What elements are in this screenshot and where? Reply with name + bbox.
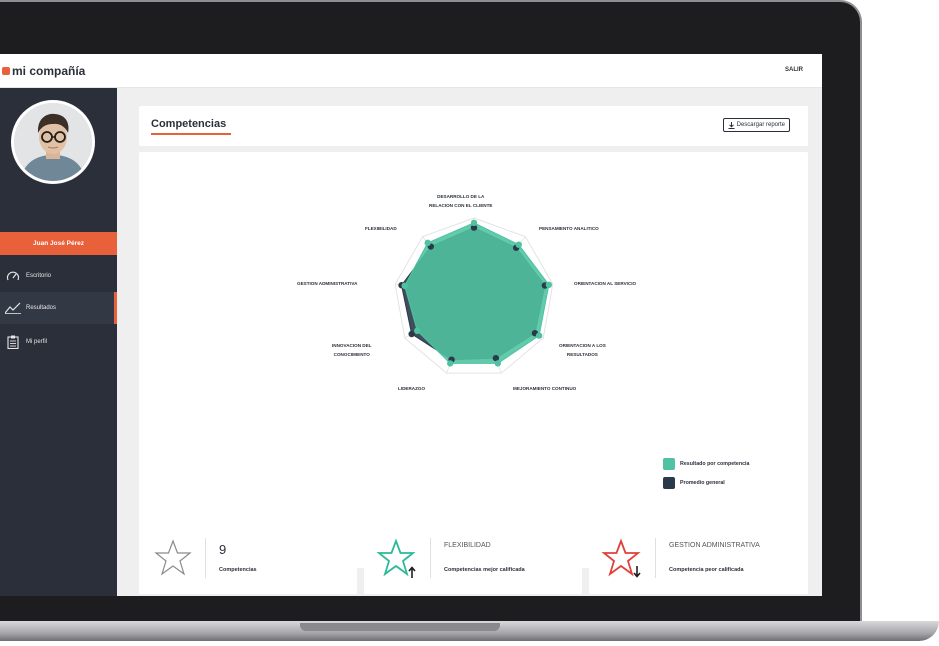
screen: mi compañía SALIR Juan José Pérez Escrit…: [0, 54, 822, 596]
logo-mark-icon: [2, 67, 10, 75]
stat-card-worst: GESTION ADMINISTRATIVA Competencia peor …: [589, 522, 808, 594]
radar-category-label: LIDERAZGO: [398, 386, 426, 391]
title-underline: [151, 133, 231, 135]
radar-category-label: GESTION ADMINISTRATIVA: [297, 281, 358, 286]
legend-swatch: [663, 476, 675, 489]
stat-skill: GESTION ADMINISTRATIVA: [669, 542, 760, 549]
legend-label: Resultado por competencia: [680, 460, 750, 467]
star-up-icon: [376, 538, 416, 578]
radar-point-result: [545, 281, 553, 289]
download-report-button[interactable]: Descargar reporte: [722, 118, 790, 132]
download-report-label: Descargar reporte: [736, 122, 785, 128]
legend-item-average[interactable]: Promedio general: [663, 473, 749, 492]
stat-divider: [205, 538, 206, 578]
sidebar-item-label: Mi perfil: [26, 339, 48, 345]
speedometer-icon: [0, 270, 26, 282]
stat-value: 9: [219, 542, 227, 557]
radar-category-label: ORIENTACION AL SERVICIO: [574, 281, 637, 286]
chart-legend: Resultado por competencia Promedio gener…: [663, 454, 749, 492]
stat-divider: [655, 538, 656, 578]
logout-link[interactable]: SALIR: [785, 67, 803, 73]
sidebar-item-escritorio[interactable]: Escritorio: [0, 260, 117, 292]
page-header: Competencias Descargar reporte: [139, 106, 808, 146]
radar-point-average: [408, 330, 415, 338]
radar-point-result: [470, 219, 478, 226]
sidebar-item-mi-perfil[interactable]: Mi perfil: [0, 326, 117, 358]
stat-skill: FLEXIBILIDAD: [444, 542, 491, 549]
radar-point-result: [401, 282, 408, 289]
legend-label: Promedio general: [680, 479, 725, 486]
app-logo[interactable]: mi compañía: [2, 64, 85, 78]
star-down-icon: [601, 538, 641, 578]
user-name: Juan José Pérez: [0, 232, 117, 255]
radar-point-result: [515, 241, 522, 248]
logo-text: mi compañía: [12, 64, 86, 78]
legend-swatch: [663, 457, 675, 470]
legend-item-result[interactable]: Resultado por competencia: [663, 454, 749, 473]
laptop-base-notch: [300, 623, 500, 631]
radar-category-label: MEJORAMIENTO CONTINUO: [513, 386, 577, 391]
radar-category-label: FLEXIBILIDAD: [365, 226, 397, 231]
line-chart-icon: [0, 302, 26, 314]
sidebar-item-label: Resultados: [26, 305, 57, 311]
radar-chart: [394, 217, 554, 374]
stat-card-best: FLEXIBILIDAD Competencias mejor califica…: [364, 522, 582, 594]
radar-category-label: PENSAMIENTO ANALITICO: [539, 226, 599, 231]
page-title: Competencias: [151, 118, 227, 130]
radar-point-result: [494, 360, 502, 367]
stat-caption: Competencias: [219, 567, 257, 573]
stat-divider: [430, 538, 431, 578]
radar-category-label: DESARROLLO DE LA RELACION CON EL CLIENTE: [429, 194, 493, 208]
top-bar: mi compañía SALIR: [0, 54, 822, 88]
avatar-image: [14, 103, 92, 181]
sidebar: Juan José Pérez Escritorio Resultados Mi…: [0, 88, 117, 596]
radar-point-result: [413, 327, 421, 334]
download-icon: [728, 121, 735, 129]
radar-point-result: [446, 360, 454, 367]
stat-card-total: 9 Competencias: [139, 522, 357, 594]
radar-category-label: ORIENTACION A LOS RESULTADOS: [559, 343, 606, 357]
radar-chart-card: DESARROLLO DE LA RELACION CON EL CLIENTE …: [139, 152, 808, 568]
radar-point-result: [535, 332, 543, 339]
stat-caption: Competencia peor calificada: [669, 567, 744, 573]
sidebar-item-resultados[interactable]: Resultados: [0, 292, 117, 324]
star-outline-icon: [154, 539, 192, 576]
sidebar-item-label: Escritorio: [26, 273, 52, 279]
avatar: [11, 100, 95, 184]
stat-caption: Competencias mejor calificada: [444, 567, 525, 573]
clipboard-icon: [0, 335, 26, 349]
radar-point-result: [424, 239, 431, 247]
radar-category-label: INNOVACION DEL CONOCIMIENTO: [332, 343, 372, 357]
